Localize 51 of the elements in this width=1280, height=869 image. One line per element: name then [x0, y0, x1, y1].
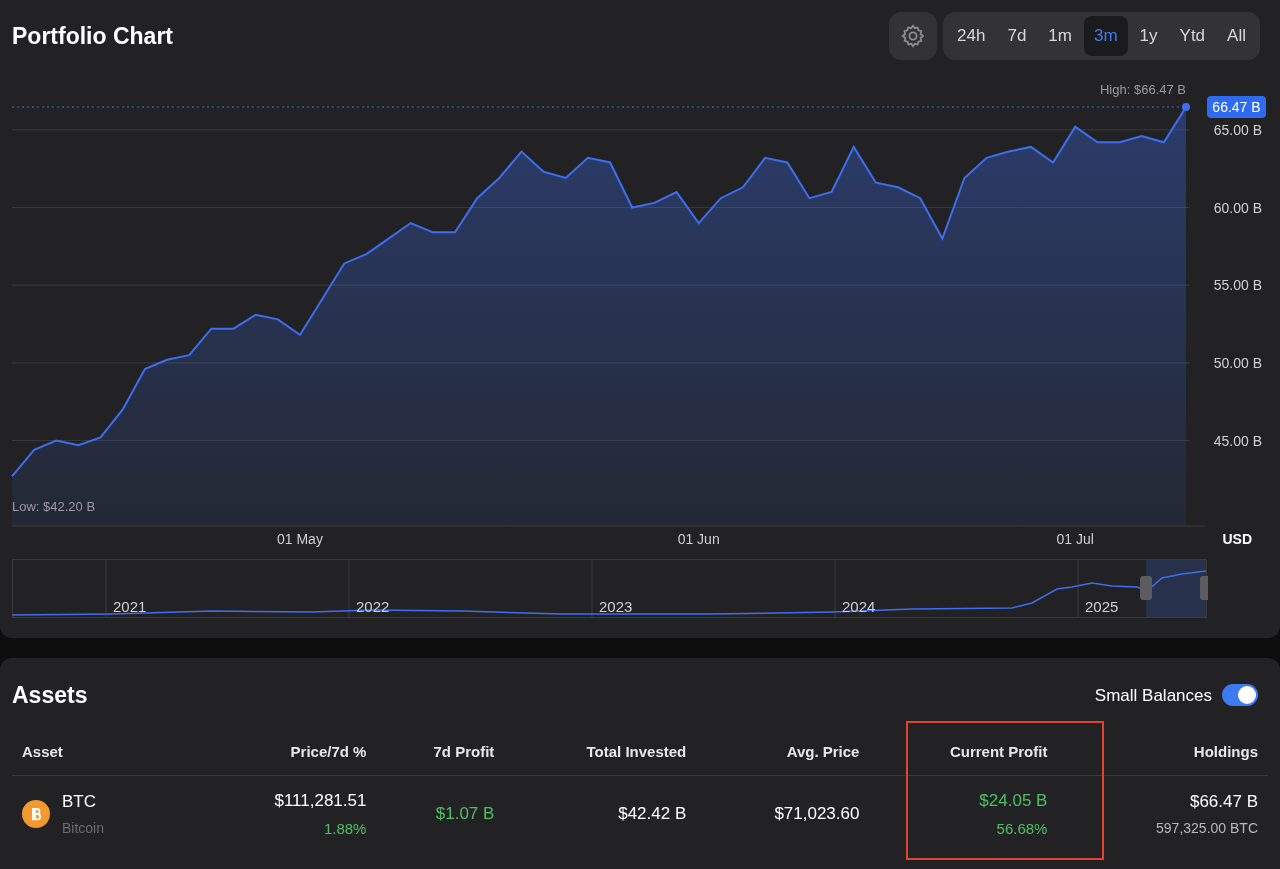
table-cell-text: $111,281.51	[274, 790, 367, 812]
range-tab[interactable]: 7d	[997, 16, 1037, 56]
range-tab[interactable]: All	[1217, 16, 1256, 56]
settings-button[interactable]	[889, 12, 938, 60]
range-tab[interactable]: 1m	[1038, 16, 1082, 56]
table-cell: $71,023.60	[774, 804, 860, 824]
range-tab[interactable]: Ytd	[1169, 16, 1216, 56]
column-header: Current Profit	[948, 741, 1048, 762]
y-axis-label: 60.00 B	[1213, 199, 1262, 216]
table-cell-text: 597,325.00 BTC	[1156, 819, 1258, 839]
range-tab[interactable]: 24h	[947, 16, 996, 56]
column-header: Total Invested	[585, 741, 687, 762]
x-axis-label: 01 Jun	[677, 531, 720, 547]
column-header: Holdings	[1192, 741, 1258, 762]
table-cell-text: 1.88%	[323, 818, 367, 839]
column-header: Avg. Price	[785, 741, 860, 762]
table-cell: $1.07 B	[435, 804, 495, 824]
y-axis-label: 55.00 B	[1213, 277, 1262, 294]
asset-symbol: BTC	[62, 790, 97, 813]
navigator-year-label: 2025	[1085, 598, 1119, 615]
table-cell-text: $66.47 B	[1189, 790, 1258, 813]
settings-icon	[900, 23, 927, 49]
x-axis-label: 01 Jul	[1056, 531, 1094, 547]
y-axis-label: 65.00 B	[1213, 121, 1262, 138]
column-header: Price/7d %	[289, 741, 367, 762]
range-tab[interactable]: 3m	[1083, 16, 1128, 56]
coin-icon	[22, 800, 50, 828]
y-axis-label: 50.00 B	[1213, 354, 1262, 371]
navigator-handle[interactable]	[1200, 576, 1208, 600]
y-axis-label: 45.00 B	[1213, 432, 1262, 449]
x-axis-label: 01 May	[277, 531, 323, 547]
high-label: High: $66.47 B	[1100, 82, 1186, 97]
current-value-badge: 66.47 B	[1207, 96, 1266, 118]
asset-name: Bitcoin	[62, 819, 105, 839]
toggle-label: Small Balances	[1094, 684, 1212, 707]
panel-title: Assets	[12, 681, 88, 710]
table-cell-text: 56.68%	[996, 818, 1048, 839]
navigator-year-label: 2021	[113, 598, 147, 615]
panel-title: Portfolio Chart	[12, 21, 173, 51]
currency-label: USD	[1222, 531, 1252, 547]
navigator-handle[interactable]	[1140, 576, 1152, 600]
navigator-selection[interactable]	[1146, 560, 1206, 617]
high-point-marker	[1182, 103, 1190, 111]
low-label: Low: $42.20 B	[12, 499, 96, 514]
range-tab[interactable]: 1y	[1129, 16, 1168, 56]
column-header: 7d Profit	[432, 741, 495, 762]
table-cell: $42.42 B	[618, 804, 687, 824]
navigator-year-label: 2023	[599, 598, 633, 615]
table-cell-text: $24.05 B	[979, 790, 1048, 812]
small-balances-toggle[interactable]	[1222, 684, 1258, 707]
column-header: Asset	[22, 741, 64, 762]
